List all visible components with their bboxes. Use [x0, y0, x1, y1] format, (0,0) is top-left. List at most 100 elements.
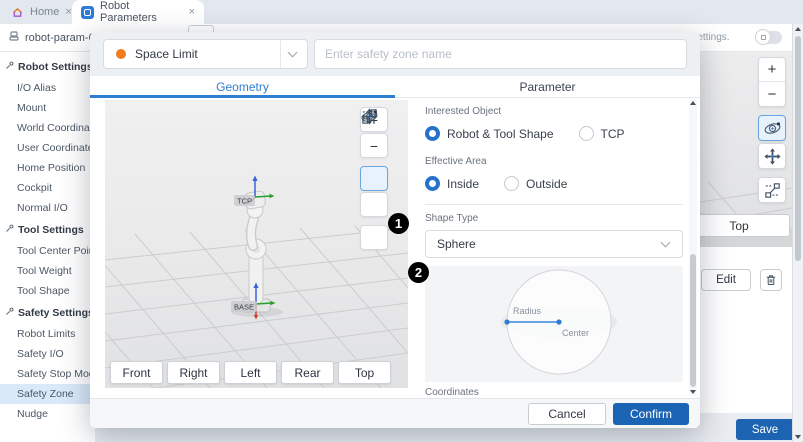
sidebar-item-nudge[interactable]: Nudge	[0, 404, 95, 424]
sidebar-item-tool-weight[interactable]: Tool Weight	[0, 261, 95, 281]
option-robot-tool-shape[interactable]: Robot & Tool Shape	[425, 126, 554, 141]
view-top-button[interactable]: Top	[338, 361, 391, 384]
lock-icon	[755, 29, 771, 45]
orbit-icon	[763, 119, 782, 138]
scrollbar-thumb[interactable]	[690, 254, 696, 387]
sidebar-item-cockpit[interactable]: Cockpit	[0, 178, 95, 198]
edit-button[interactable]: Edit	[701, 269, 751, 291]
chevron-down-icon	[288, 48, 298, 58]
settings-lock-toggle[interactable]	[756, 31, 782, 44]
view-front-button[interactable]: Front	[110, 361, 163, 384]
zone-color-dot	[116, 49, 126, 59]
pan-tool-button[interactable]	[758, 143, 786, 169]
settings-sidebar: Robot Settings I/O Alias Mount World Coo…	[0, 52, 95, 442]
sidebar-item-tool-center-point[interactable]: Tool Center Point	[0, 241, 95, 261]
zone-settings-panel: Interested Object Robot & Tool Shape TCP…	[425, 98, 683, 398]
view-left-button[interactable]: Left	[224, 361, 277, 384]
shape-type-value: Sphere	[437, 237, 476, 251]
robot-3d-viewer[interactable]: TCP BASE + −	[105, 100, 408, 388]
cancel-button[interactable]: Cancel	[528, 403, 606, 425]
page-scrollbar[interactable]	[792, 24, 803, 442]
shape-type-label: Shape Type	[425, 213, 683, 224]
radius-label: Radius	[513, 306, 542, 316]
center-label: Center	[562, 328, 589, 338]
pan-tool-button[interactable]	[360, 192, 388, 217]
zone-type-value: Space Limit	[135, 47, 280, 61]
sidebar-item-io-alias[interactable]: I/O Alias	[0, 78, 95, 98]
background-top-view-button[interactable]: Top	[688, 214, 790, 237]
tools-icon	[5, 307, 14, 319]
sidebar-item-home-position[interactable]: Home Position	[0, 158, 95, 178]
measure-tool-button[interactable]	[360, 225, 388, 250]
robot-icon	[8, 30, 20, 45]
effective-area-label: Effective Area	[425, 156, 683, 167]
radio-tcp[interactable]	[579, 126, 594, 141]
scroll-up-icon[interactable]	[795, 27, 801, 31]
dialog-body: TCP BASE + −	[90, 98, 700, 398]
callout-badge-1: 1	[388, 213, 409, 234]
scroll-down-icon[interactable]	[690, 390, 696, 394]
tab-label: Home	[30, 6, 59, 18]
tab-robot-parameters[interactable]: Robot Parameters ×	[72, 0, 204, 24]
robot-parameters-icon	[81, 6, 94, 19]
option-outside[interactable]: Outside	[504, 176, 567, 191]
confirm-button[interactable]: Confirm	[613, 403, 689, 425]
sidebar-group-robot-settings: Robot Settings	[0, 55, 95, 78]
sidebar-item-normal-io[interactable]: Normal I/O	[0, 198, 95, 218]
shape-type-select[interactable]: Sphere	[425, 230, 683, 258]
scroll-down-icon[interactable]	[795, 435, 801, 439]
tab-label: Robot Parameters	[100, 0, 183, 24]
tab-home[interactable]: Home ×	[2, 0, 81, 24]
coordinates-label: Coordinates	[425, 387, 683, 398]
option-tcp[interactable]: TCP	[579, 126, 625, 141]
scroll-up-icon[interactable]	[690, 101, 696, 105]
sidebar-item-world-coordinates[interactable]: World Coordinates	[0, 118, 95, 138]
sidebar-group-tool-settings: Tool Settings	[0, 218, 95, 241]
zoom-out-button[interactable]: −	[759, 82, 785, 106]
trash-icon	[764, 273, 778, 287]
radio-outside[interactable]	[504, 176, 519, 191]
view-buttons: Front Right Left Rear Top	[110, 361, 391, 384]
radio-inside[interactable]	[425, 176, 440, 191]
zoom-out-button[interactable]: −	[360, 133, 388, 158]
tcp-label: TCP	[237, 197, 252, 206]
sidebar-item-user-coordinates[interactable]: User Coordinates	[0, 138, 95, 158]
panel-scrollbar[interactable]	[689, 99, 697, 396]
orbit-tool-button[interactable]	[360, 166, 388, 191]
app-screen: Home × Robot Parameters × robot-param-01…	[0, 0, 803, 442]
zoom-in-button[interactable]: +	[759, 58, 785, 82]
tools-icon	[5, 224, 14, 236]
tab-parameter[interactable]: Parameter	[395, 76, 700, 97]
pan-icon	[763, 147, 782, 166]
background-zoom-group: + −	[758, 57, 786, 107]
zone-type-select[interactable]: Space Limit	[103, 39, 308, 69]
sidebar-item-mount[interactable]: Mount	[0, 98, 95, 118]
sidebar-item-tool-shape[interactable]: Tool Shape	[0, 281, 95, 301]
tools-icon	[5, 61, 14, 73]
save-button[interactable]: Save	[736, 419, 794, 440]
divider	[425, 204, 683, 205]
zone-name-input[interactable]	[314, 39, 687, 69]
orbit-tool-button[interactable]	[758, 115, 786, 141]
view-right-button[interactable]: Right	[167, 361, 220, 384]
radio-robot-tool-shape[interactable]	[425, 126, 440, 141]
sphere-diagram: Radius Center	[425, 266, 683, 382]
sidebar-item-safety-stop-modes[interactable]: Safety Stop Modes	[0, 364, 95, 384]
tab-geometry[interactable]: Geometry	[90, 76, 395, 97]
chevron-down-icon	[661, 238, 671, 248]
interested-object-label: Interested Object	[425, 106, 683, 117]
dialog-header: Space Limit	[90, 32, 700, 76]
option-inside[interactable]: Inside	[425, 176, 479, 191]
measure-tool-button[interactable]	[758, 177, 786, 203]
base-label: BASE	[234, 303, 254, 312]
sidebar-item-safety-zone[interactable]: Safety Zone	[0, 384, 95, 404]
scrollbar-thumb[interactable]	[795, 36, 801, 261]
close-icon[interactable]: ×	[189, 6, 195, 18]
dialog-footer: Cancel Confirm	[90, 398, 700, 428]
sidebar-item-safety-io[interactable]: Safety I/O	[0, 344, 95, 364]
close-icon[interactable]: ×	[65, 6, 71, 18]
delete-button[interactable]	[760, 269, 782, 291]
callout-badge-2: 2	[408, 262, 429, 283]
sidebar-item-robot-limits[interactable]: Robot Limits	[0, 324, 95, 344]
view-rear-button[interactable]: Rear	[281, 361, 334, 384]
